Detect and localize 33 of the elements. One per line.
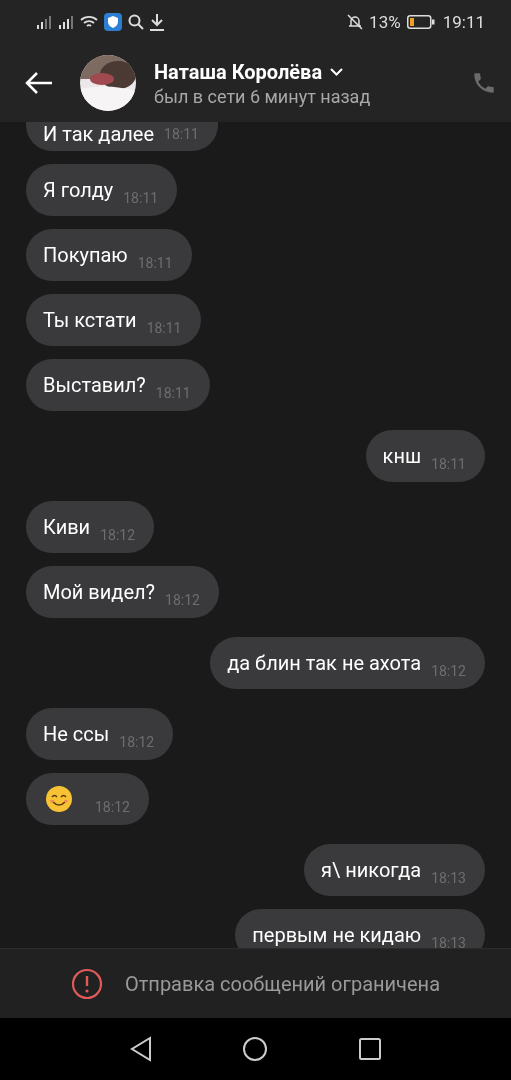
chevron-down-icon[interactable] xyxy=(330,67,344,76)
message-text: Выставил? xyxy=(43,375,146,395)
message-text: да блин так не ахота xyxy=(227,653,422,673)
smiling-face-icon xyxy=(45,785,73,813)
search-icon xyxy=(128,14,144,30)
message-text: И так далее xyxy=(43,124,155,144)
message-text: первым не кидаю xyxy=(252,925,422,945)
message-text: Я голду xyxy=(43,180,114,200)
shield-icon xyxy=(104,13,122,31)
back-arrow-icon[interactable] xyxy=(24,71,54,95)
message-text: Покупаю xyxy=(43,245,128,265)
message-text: кнш xyxy=(382,446,422,466)
recents-icon[interactable] xyxy=(357,1037,382,1061)
home-icon[interactable] xyxy=(241,1036,268,1062)
message-text: Ты кстати xyxy=(43,310,137,330)
battery-icon xyxy=(406,15,435,29)
back-icon[interactable] xyxy=(129,1036,152,1062)
message-text: Мой видел? xyxy=(43,582,156,602)
restriction-notice: Отправка сообщений ограничена xyxy=(124,971,440,996)
signal-icon xyxy=(58,15,74,29)
warning-icon xyxy=(70,967,103,1000)
last-seen-status: был в сети 6 минут назад xyxy=(154,85,372,107)
contact-name[interactable]: Наташа Королёва xyxy=(154,59,323,84)
message-text: Не ссы xyxy=(43,724,110,744)
muted-bell-icon xyxy=(347,14,364,30)
wifi-icon xyxy=(80,15,98,29)
signal-icon xyxy=(36,15,52,29)
clock: 19:11 xyxy=(442,12,485,32)
battery-percent: 13% xyxy=(369,12,401,32)
message-text: я\ никогда xyxy=(321,860,422,880)
phone-icon[interactable] xyxy=(471,70,497,96)
message-text: Киви xyxy=(43,517,91,537)
download-icon xyxy=(150,13,164,31)
